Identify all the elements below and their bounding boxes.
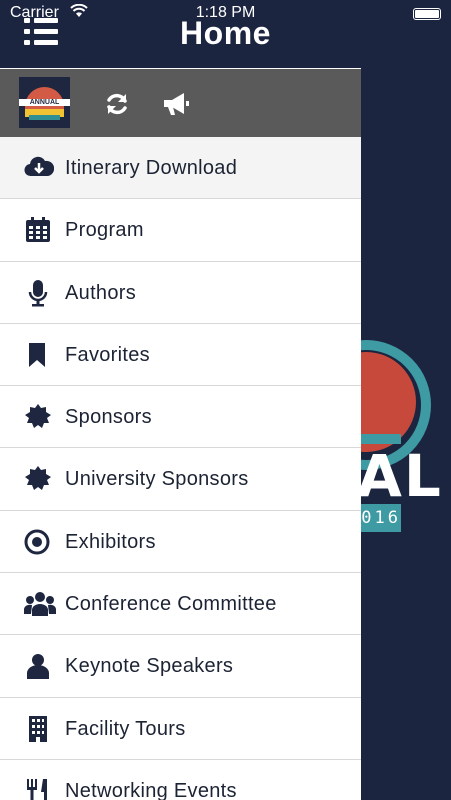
menu-item-label: Favorites — [65, 343, 150, 366]
megaphone-icon[interactable] — [160, 89, 190, 119]
menu-item-label: Sponsors — [65, 406, 152, 429]
menu-item-label: Authors — [65, 281, 137, 304]
side-drawer: ANNUAL Itinerary Download Program Author… — [0, 68, 361, 800]
menu-item-label: Keynote Speakers — [65, 655, 234, 678]
logo-year: 016 — [361, 504, 401, 532]
refresh-icon[interactable] — [102, 89, 132, 119]
conference-avatar[interactable]: ANNUAL — [19, 77, 70, 128]
menu-item-facility-tours[interactable]: Facility Tours — [0, 697, 361, 760]
menu-list: Itinerary Download Program Authors Favor… — [0, 137, 361, 800]
menu-item-university-sponsors[interactable]: University Sponsors — [0, 448, 361, 511]
user-icon — [24, 652, 52, 680]
menu-item-label: Facility Tours — [65, 717, 186, 740]
menu-item-conference-committee[interactable]: Conference Committee — [0, 573, 361, 636]
utensils-icon — [24, 777, 52, 800]
conference-logo: AL 016 — [361, 330, 451, 550]
menu-item-label: Conference Committee — [65, 593, 277, 616]
calendar-icon — [24, 216, 52, 244]
battery-icon — [413, 8, 441, 20]
menu-item-itinerary-download[interactable]: Itinerary Download — [0, 137, 361, 200]
badge-icon — [24, 403, 52, 431]
menu-item-keynote-speakers[interactable]: Keynote Speakers — [0, 635, 361, 698]
menu-item-label: University Sponsors — [65, 468, 249, 491]
logo-letters: AL — [361, 442, 443, 510]
menu-item-label: Exhibitors — [65, 530, 156, 553]
building-icon — [24, 715, 52, 743]
menu-item-label: Itinerary Download — [65, 157, 238, 179]
microphone-icon — [24, 279, 52, 307]
menu-item-authors[interactable]: Authors — [0, 261, 361, 324]
group-icon — [24, 590, 56, 618]
cloud-download-icon — [24, 154, 55, 182]
menu-item-sponsors[interactable]: Sponsors — [0, 386, 361, 449]
status-bar: Carrier 1:18 PM — [0, 0, 451, 26]
badge-icon — [24, 465, 52, 493]
drawer-toolbar: ANNUAL — [0, 69, 361, 137]
bookmark-icon — [24, 341, 52, 369]
menu-item-program[interactable]: Program — [0, 199, 361, 262]
menu-item-exhibitors[interactable]: Exhibitors — [0, 510, 361, 574]
status-time: 1:18 PM — [195, 4, 256, 21]
menu-item-networking-events[interactable]: Networking Events — [0, 759, 361, 800]
menu-item-label: Program — [65, 219, 144, 242]
menu-item-favorites[interactable]: Favorites — [0, 323, 361, 387]
target-icon — [24, 528, 52, 556]
menu-item-label: Networking Events — [65, 779, 237, 800]
